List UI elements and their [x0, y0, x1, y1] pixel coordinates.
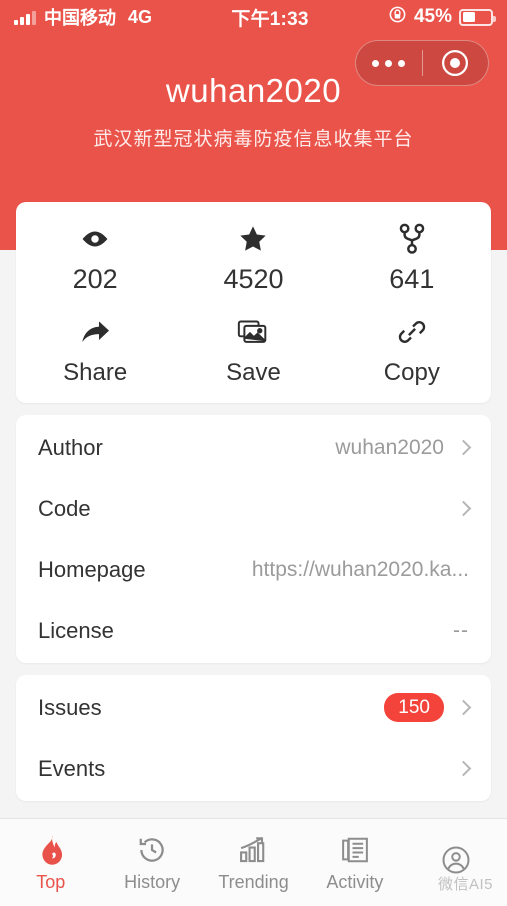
stat-forks[interactable]: 641: [333, 220, 491, 295]
stat-value: 641: [389, 264, 435, 294]
save-button[interactable]: Save: [174, 313, 332, 387]
action-label: Copy: [383, 359, 440, 386]
status-badge: 150: [384, 692, 444, 723]
row-right: [455, 760, 472, 777]
row-author[interactable]: Author wuhan2020: [38, 417, 472, 478]
row-right: 150: [384, 692, 472, 723]
row-value: wuhan2020: [335, 435, 444, 459]
fork-icon: [397, 220, 427, 258]
battery-icon: [459, 8, 496, 26]
row-license[interactable]: License --: [38, 600, 469, 661]
tab-label: Activity: [326, 871, 384, 892]
stats-row: 202 4520 641: [16, 220, 491, 295]
row-label: Issues: [38, 694, 102, 720]
actions-row: Share Save Copy: [16, 313, 491, 393]
row-right: [455, 500, 472, 517]
user-circle-icon: [441, 843, 471, 877]
stat-stars[interactable]: 4520: [174, 220, 332, 295]
miniprogram-capsule[interactable]: [355, 40, 489, 86]
carrier-label: 中国移动: [44, 8, 116, 28]
repo-info-card: Author wuhan2020 Code Homepage https://w…: [16, 415, 491, 663]
row-label: License: [38, 617, 114, 643]
more-dots-icon[interactable]: [356, 59, 422, 67]
row-issues[interactable]: Issues 150: [38, 677, 472, 738]
share-button[interactable]: Share: [16, 313, 174, 387]
action-label: Share: [63, 359, 128, 386]
tab-bar: Top History Trending Activity: [0, 818, 507, 906]
image-stack-icon: [237, 313, 269, 351]
app-screen: 中国移动 4G 下午1:33 45% wuhan2020 武汉新型冠状病毒防疫信…: [0, 0, 507, 906]
document-lines-icon: [340, 833, 370, 867]
flame-icon: [36, 833, 66, 867]
chevron-right-icon: [455, 500, 472, 517]
clock-label: 下午1:33: [231, 8, 309, 30]
row-label: Code: [38, 495, 91, 521]
action-label: Save: [226, 359, 281, 386]
tab-top[interactable]: Top: [0, 819, 101, 906]
bar-chart-trending-icon: [238, 833, 270, 867]
tab-history[interactable]: History: [101, 819, 202, 906]
stat-watchers[interactable]: 202: [16, 220, 174, 295]
history-icon: [137, 833, 167, 867]
tab-label: Trending: [218, 871, 289, 892]
row-label: Events: [38, 755, 106, 781]
lock-icon: [388, 5, 407, 30]
row-events[interactable]: Events: [38, 738, 472, 799]
star-icon: [237, 220, 269, 258]
row-code[interactable]: Code: [38, 478, 472, 539]
row-label: Homepage: [38, 556, 146, 582]
status-bar: 中国移动 4G 下午1:33 45%: [0, 0, 507, 34]
content-area: 202 4520 641 Share Save Copy Author wuha…: [0, 202, 507, 818]
copy-button[interactable]: Copy: [333, 313, 491, 387]
status-bar-right: 45%: [388, 5, 496, 30]
stats-card: 202 4520 641 Share Save Copy: [16, 202, 491, 403]
row-right: https://wuhan2020.ka...: [252, 558, 469, 582]
row-value: https://wuhan2020.ka...: [251, 557, 469, 581]
repo-links-card: Issues 150 Events: [16, 675, 491, 801]
tab-activity[interactable]: Activity: [304, 819, 405, 906]
battery-percent-label: 45%: [413, 6, 452, 27]
tab-label: Top: [36, 871, 66, 892]
chevron-right-icon: [455, 760, 472, 777]
eye-icon: [80, 220, 110, 258]
target-circle-icon[interactable]: [423, 48, 489, 78]
share-arrow-icon: [79, 313, 111, 351]
link-chain-icon: [397, 313, 427, 351]
network-type-label: 4G: [128, 6, 153, 27]
tab-profile[interactable]: [406, 819, 507, 906]
page-subtitle: 武汉新型冠状病毒防疫信息收集平台: [93, 129, 414, 150]
row-right: --: [453, 619, 469, 643]
chevron-right-icon: [455, 439, 472, 456]
stat-value: 4520: [223, 264, 284, 294]
row-label: Author: [38, 434, 103, 460]
row-right: wuhan2020: [335, 435, 472, 460]
row-value: --: [453, 618, 469, 642]
tab-trending[interactable]: Trending: [203, 819, 304, 906]
tab-label: History: [124, 871, 181, 892]
row-homepage[interactable]: Homepage https://wuhan2020.ka...: [38, 539, 469, 600]
stat-value: 202: [72, 264, 118, 294]
status-bar-left: 中国移动 4G: [14, 4, 152, 30]
chevron-right-icon: [455, 699, 472, 716]
signal-bars-icon: [14, 10, 36, 25]
